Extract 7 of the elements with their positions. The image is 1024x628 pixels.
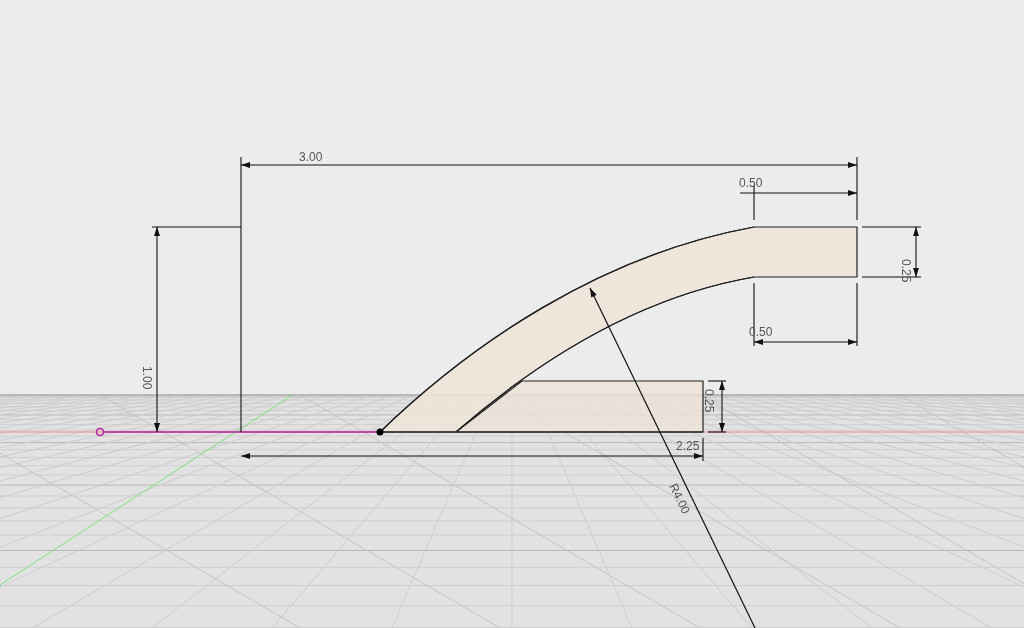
sketch-point-icon[interactable] bbox=[376, 428, 384, 436]
dimension-label[interactable]: 0.50 bbox=[739, 176, 763, 190]
dimension-label[interactable]: 3.00 bbox=[299, 150, 323, 164]
dimension-label[interactable]: 0.25 bbox=[702, 389, 716, 413]
origin-point-icon[interactable] bbox=[95, 427, 105, 437]
dimension-label[interactable]: 2.25 bbox=[676, 439, 700, 453]
dimension-label[interactable]: 1.00 bbox=[140, 366, 154, 390]
